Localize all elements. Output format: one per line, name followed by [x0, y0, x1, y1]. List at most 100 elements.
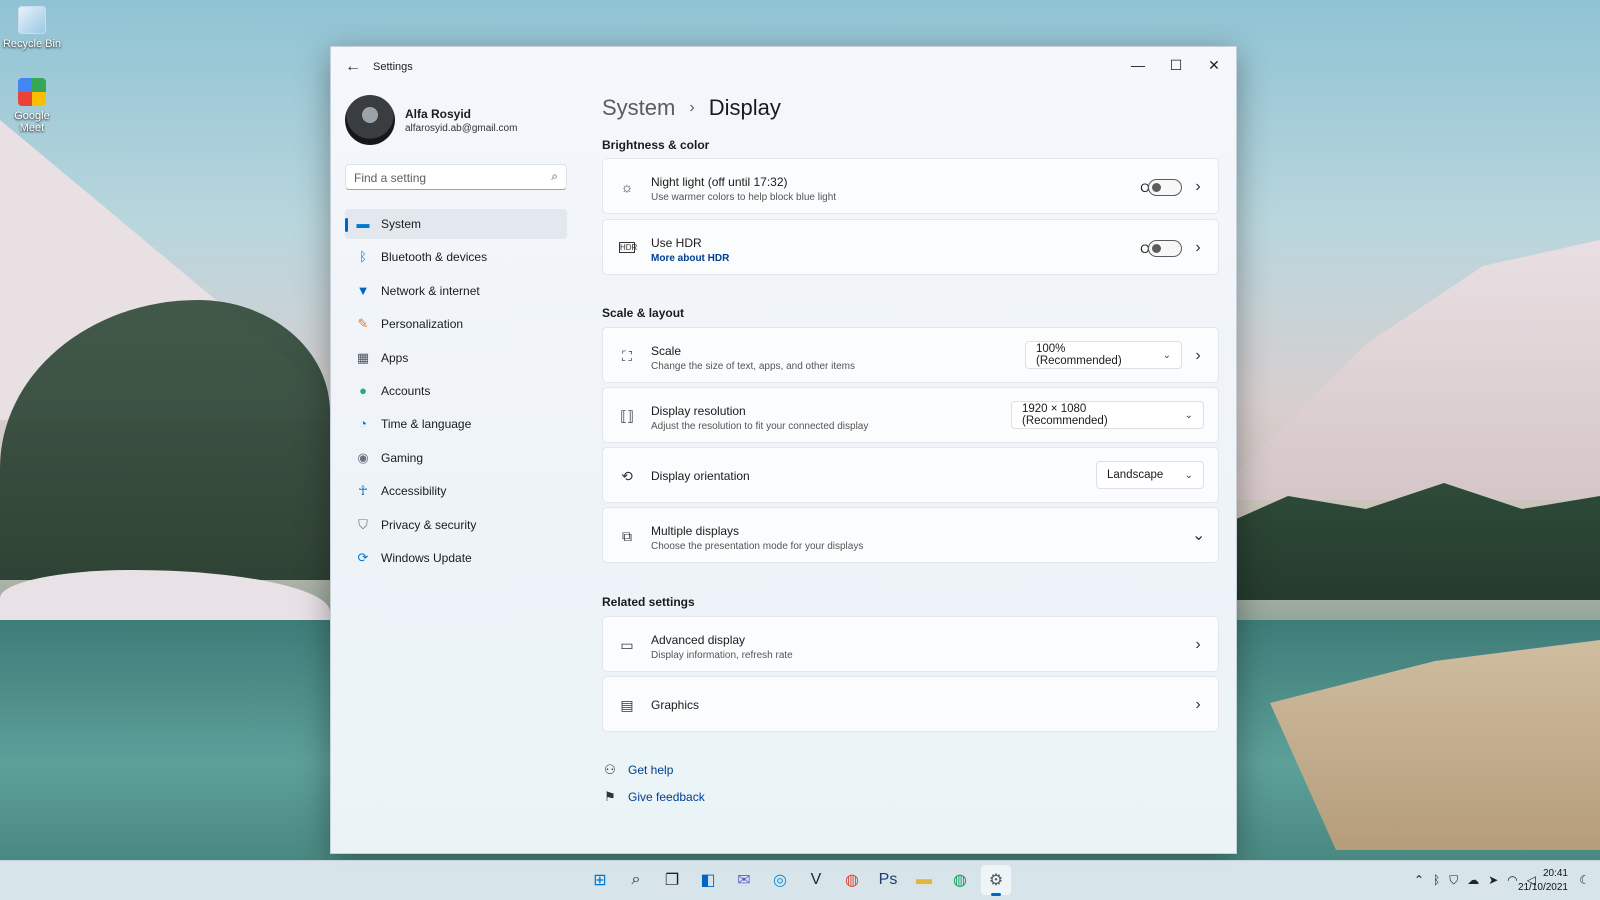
system-tray: ⌃ ᛒ ⛉ ☁ ➤ ◠ ◁	[1405, 873, 1536, 888]
card-title: Graphics	[651, 698, 700, 712]
chevron-right-icon[interactable]: ›	[1192, 238, 1204, 258]
chevron-right-icon[interactable]: ›	[1192, 177, 1204, 197]
sidebar-item-privacy-security[interactable]: ⛉ Privacy & security	[345, 510, 567, 540]
more-about-hdr-link[interactable]: More about HDR	[651, 253, 729, 264]
sidebar-item-system[interactable]: ▬ System	[345, 209, 567, 239]
sidebar-item-label: System	[381, 217, 422, 231]
minimize-button[interactable]: —	[1120, 53, 1156, 77]
start-icon[interactable]: ⊞	[585, 865, 615, 895]
onedrive-icon[interactable]: ☁	[1467, 873, 1479, 888]
taskbar: ⊞ ⌕ ❐ ◧ ✉ ◎ V ◍ Ps ▬ ◍ ⚙ ⌃ ᛒ ⛉ ☁ ➤ ◠ ◁ 20:41 21/10/2021 ☾	[0, 860, 1600, 900]
sidebar-item-network-internet[interactable]: ▼ Network & internet	[345, 276, 567, 306]
chevron-right-icon[interactable]: ›	[1192, 635, 1204, 655]
help-icon: ⚇	[604, 762, 616, 777]
chrome-profile-icon[interactable]: ◍	[945, 865, 975, 895]
section-header-brightness: Brightness & color	[602, 138, 710, 152]
card-display-orientation[interactable]: ⟲ Display orientation Landscape ⌄	[602, 447, 1219, 503]
task-view-icon[interactable]: ❐	[657, 865, 687, 895]
card-title: Multiple displays	[651, 524, 740, 538]
get-help-label: Get help	[628, 763, 674, 777]
hdr-toggle[interactable]	[1148, 240, 1182, 257]
bluetooth-icon[interactable]: ᛒ	[1433, 873, 1440, 888]
card-subtitle: Adjust the resolution to fit your connec…	[651, 421, 869, 432]
chevron-up-icon[interactable]: ⌃	[1414, 873, 1424, 888]
scale-dropdown[interactable]: 100% (Recommended) ⌄	[1025, 341, 1182, 369]
sidebar-item-bluetooth-devices[interactable]: ᛒ Bluetooth & devices	[345, 242, 567, 272]
google-meet-icon	[18, 78, 46, 106]
location-icon[interactable]: ➤	[1488, 873, 1498, 888]
card-graphics[interactable]: ▤ Graphics ›	[602, 676, 1219, 732]
desktop-icon-google-meet[interactable]: Google Meet	[2, 78, 62, 134]
chevron-right-icon[interactable]: ›	[1192, 695, 1204, 715]
clock[interactable]: 20:41 21/10/2021	[1518, 867, 1568, 895]
sidebar-item-gaming[interactable]: ◉ Gaming	[345, 443, 567, 473]
desktop-icon-recycle-bin[interactable]: Recycle Bin	[2, 6, 62, 50]
card-multiple-displays[interactable]: ⧉ Multiple displays Choose the presentat…	[602, 507, 1219, 563]
night-light-toggle[interactable]	[1148, 179, 1182, 196]
photoshop-icon[interactable]: Ps	[873, 865, 903, 895]
sidebar-item-label: Accessibility	[381, 484, 447, 499]
visual-studio-icon[interactable]: V	[801, 865, 831, 895]
user-email: alfarosyid.ab@gmail.com	[405, 123, 518, 134]
chrome-icon[interactable]: ◍	[837, 865, 867, 895]
card-subtitle: Use warmer colors to help block blue lig…	[651, 192, 837, 203]
clock-time: 20:41	[1542, 868, 1568, 879]
orientation-dropdown[interactable]: Landscape ⌄	[1096, 461, 1204, 489]
sidebar-item-time-language[interactable]: ◔ Time & language	[345, 409, 567, 439]
file-explorer-icon[interactable]: ▬	[909, 865, 939, 895]
search-box[interactable]: ⌕	[345, 164, 567, 190]
taskbar-apps: ⊞ ⌕ ❐ ◧ ✉ ◎ V ◍ Ps ▬ ◍ ⚙	[585, 865, 1017, 896]
breadcrumb-parent[interactable]: System	[602, 95, 675, 121]
edge-icon[interactable]: ◎	[765, 865, 795, 895]
sidebar-item-apps[interactable]: ▦ Apps	[345, 343, 567, 373]
sidebar-item-label: Privacy & security	[381, 517, 477, 532]
sidebar-item-label: Gaming	[381, 450, 424, 465]
desktop-icon-label: Google Meet	[14, 110, 50, 134]
sun-icon: ☼	[620, 179, 634, 195]
notification-icon[interactable]: ☾	[1579, 873, 1590, 887]
card-scale[interactable]: ⛶ Scale Change the size of text, apps, a…	[602, 327, 1219, 383]
dropdown-value: Landscape	[1107, 469, 1164, 481]
avatar	[345, 95, 395, 145]
search-icon[interactable]: ⌕	[551, 169, 558, 184]
hdr-icon: HDR	[619, 242, 638, 253]
card-hdr[interactable]: HDR Use HDR More about HDR Off ›	[602, 219, 1219, 275]
give-feedback-link[interactable]: ⚑ Give feedback	[602, 789, 705, 805]
title-bar: ← Settings — ☐ ✕	[331, 47, 1236, 85]
wifi-icon[interactable]: ◠	[1507, 873, 1517, 888]
close-button[interactable]: ✕	[1196, 53, 1232, 77]
resolution-dropdown[interactable]: 1920 × 1080 (Recommended) ⌄	[1011, 401, 1204, 429]
sidebar-item-windows-update[interactable]: ⟳ Windows Update	[345, 543, 567, 573]
card-title: Use HDR	[651, 236, 702, 250]
defender-icon[interactable]: ⛉	[1449, 873, 1458, 888]
chevron-down-icon: ⌄	[1184, 469, 1193, 481]
chevron-right-icon[interactable]: ›	[1192, 346, 1204, 366]
monitor-icon: ▬	[356, 216, 370, 231]
card-advanced-display[interactable]: ▭ Advanced display Display information, …	[602, 616, 1219, 672]
sidebar-item-label: Personalization	[381, 317, 464, 332]
maximize-button[interactable]: ☐	[1158, 53, 1194, 77]
settings-icon[interactable]: ⚙	[981, 865, 1011, 896]
teams-chat-icon[interactable]: ✉	[729, 865, 759, 895]
chevron-down-icon[interactable]: ⌄	[1192, 526, 1205, 546]
sidebar-item-accessibility[interactable]: ☥ Accessibility	[345, 476, 567, 506]
search-icon[interactable]: ⌕	[621, 865, 651, 895]
breadcrumb: System › Display	[602, 95, 781, 121]
wallpaper-mountain-right	[1210, 240, 1600, 500]
chevron-down-icon: ⌄	[1162, 349, 1171, 361]
widgets-icon[interactable]: ◧	[693, 865, 723, 895]
search-input[interactable]	[354, 170, 534, 186]
back-button[interactable]: ←	[341, 57, 365, 77]
card-display-resolution[interactable]: ⟦⟧ Display resolution Adjust the resolut…	[602, 387, 1219, 443]
wifi-icon: ▼	[356, 282, 370, 298]
get-help-link[interactable]: ⚇ Get help	[602, 762, 673, 778]
card-subtitle: Display information, refresh rate	[651, 650, 793, 661]
card-night-light[interactable]: ☼ Night light (off until 17:32) Use warm…	[602, 158, 1219, 214]
sidebar-item-label: Apps	[381, 350, 409, 365]
toggle-knob	[1152, 183, 1161, 192]
dropdown-value: 100% (Recommended)	[1036, 343, 1122, 367]
sidebar-item-accounts[interactable]: ● Accounts	[345, 376, 567, 406]
card-title: Scale	[651, 344, 682, 358]
sidebar-item-personalization[interactable]: ✎ Personalization	[345, 309, 567, 339]
bluetooth-icon: ᛒ	[359, 249, 367, 265]
